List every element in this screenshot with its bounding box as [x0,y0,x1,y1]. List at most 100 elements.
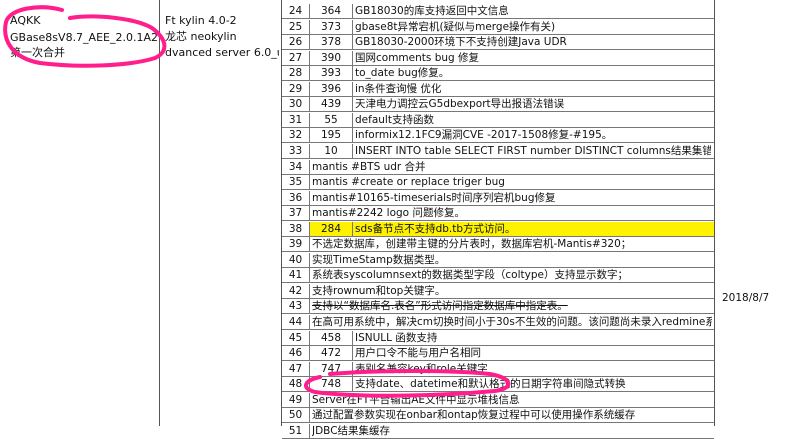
change-description: mantis #BTS udr 合并 [312,160,426,173]
change-description: sds备节点不支持db.tb方式访问。 [355,222,516,235]
cell-divider [309,175,310,191]
table-row: 38 284 sds备节点不支持db.tb方式访问。 [282,221,714,237]
issue-id: 364 [320,5,342,17]
row-number: 39 [288,238,303,251]
row-number: 49 [288,393,303,406]
change-description: 国网comments bug 修复 [355,51,480,64]
row-number: 32 [288,129,303,142]
cell-divider [352,112,353,128]
change-description: 实现TimeStamp数据类型。 [312,253,446,266]
table-row: 50 通过配置参数实现在onbar和ontap恢复过程中可以使用操作系统缓存 [282,408,714,424]
cell-divider [352,361,353,377]
cell-divider [309,268,310,284]
cell-divider [352,19,353,35]
table-row: 35 mantis #create or replace triger bug [282,175,714,191]
cell-divider [352,97,353,113]
cell-divider [352,50,353,66]
issue-id: 378 [320,36,342,49]
issue-id: 472 [320,347,342,360]
change-description: GB18030的库支持返回中文信息 [355,5,509,17]
row-number: 34 [288,160,303,173]
table-row: 36 mantis#10165-timeserials时间序列宕机bug修复 [282,190,714,206]
issue-id: 458 [320,331,342,344]
issue-id: 195 [320,129,342,142]
row-number: 46 [288,347,303,360]
row-number: 31 [288,113,303,126]
column-divider [159,0,160,426]
issue-id: 748 [320,378,342,391]
row-number: 30 [288,98,303,111]
issue-id: 439 [320,98,342,111]
row-number: 48 [288,378,303,391]
table-row: 30 439 天津电力调控云G5dbexport导出报语法错误 [282,97,714,113]
platform-advanced-server: dvanced server 6.0_u5 [165,46,279,59]
table-row: 26 378 GB18030-2000环境下不支持创建Java UDR [282,35,714,51]
table-row: 45 458 ISNULL 函数支持 [282,330,714,346]
row-number: 29 [288,82,303,95]
row-number: 27 [288,51,303,64]
cell-divider [352,35,353,51]
change-description: 支持rownum和top关键字。 [312,284,446,297]
change-description: INSERT INTO table SELECT FIRST number DI… [355,144,711,157]
cell-divider [352,81,353,97]
row-number: 36 [288,191,303,204]
table-row: 46 472 用户口令不能与用户名相同 [282,346,714,362]
change-description: GB18030-2000环境下不支持创建Java UDR [355,36,567,49]
table-row: 51 JDBC结果集缓存 [282,423,714,439]
table-row: 32 195 informix12.1FC9漏洞CVE -2017-1508修复-#… [282,128,714,144]
change-description: 系统表syscolumnsext的数据类型字段（coltype）支持显示数字； [312,269,628,282]
cell-divider [352,330,353,346]
cell-divider [352,221,353,237]
change-description: mantis #create or replace triger bug [312,176,505,189]
table-row: 29 396 in条件查询慢 优化 [282,81,714,97]
change-description: 通过配置参数实现在onbar和ontap恢复过程中可以使用操作系统缓存 [312,409,636,422]
change-description: ISNULL 函数支持 [355,331,438,344]
table-row: 43 支持以“数据库名.表名”形式访问指定数据库中指定表。 [282,299,714,315]
table-row: 37 mantis#2242 logo 问题修复。 [282,206,714,222]
row-number: 44 [288,316,303,328]
table-row: 40 实现TimeStamp数据类型。 [282,252,714,268]
table-row: 27 390 国网comments bug 修复 [282,50,714,66]
table-row: 49 Server在FT平台输出AE文件中显示堆栈信息 [282,392,714,408]
table-row: 44 在高可用系统中，解决cm切换时间小于30s不生效的问题。该问题尚未录入red… [282,315,714,330]
change-description: 支持以“数据库名.表名”形式访问指定数据库中指定表。 [312,300,568,313]
row-number: 47 [288,362,303,375]
table-row: 47 747 表别名兼容key和role关键字 [282,361,714,377]
table-row: 42 支持rownum和top关键字。 [282,283,714,299]
table-row: 48 748 支持date、datetime和默认格式的日期字符串间隐式转换 [282,377,714,393]
change-description: in条件查询慢 优化 [355,82,442,95]
cell-divider [309,206,310,222]
row-number: 38 [288,222,303,235]
issue-id: 390 [320,51,342,64]
row-number: 26 [288,36,303,49]
row-number: 24 [288,5,303,17]
row-number: 33 [288,144,303,157]
change-description: 在高可用系统中，解决cm切换时间小于30s不生效的问题。该问题尚未录入redmi… [312,316,712,328]
cell-divider [352,66,353,82]
cell-divider [352,128,353,144]
cell-divider [309,392,310,408]
table-row: 39 不选定数据库，创建带主键的分片表时，数据库宕机-Mantis#320； [282,237,714,253]
row-number: 28 [288,67,303,80]
row-number: 45 [288,331,303,344]
table-row: 41 系统表syscolumnsext的数据类型字段（coltype）支持显示数字… [282,268,714,284]
issue-id: 373 [320,20,342,33]
row-number: 42 [288,284,303,297]
row-number: 43 [288,300,303,313]
cell-divider [352,4,353,19]
cell-divider [309,252,310,268]
issue-id: 396 [320,82,342,95]
row-number: 25 [288,20,303,33]
row-number: 35 [288,176,303,189]
change-description: gbase8t异常宕机(疑似与merge操作有关) [355,20,556,33]
row-number: 40 [288,253,303,266]
version-string: GBase8sV8.7_AEE_2.0.1A2 [10,31,158,44]
issue-id: 393 [320,67,342,80]
table-row: 33 10 INSERT INTO table SELECT FIRST numbe… [282,143,714,159]
change-description: 支持date、datetime和默认格式的日期字符串间隐式转换 [355,378,626,391]
row-number: 50 [288,409,303,422]
change-description: default支持函数 [355,113,434,126]
cell-divider [309,283,310,299]
row-number: 37 [288,207,303,220]
table-row: 25 373 gbase8t异常宕机(疑似与merge操作有关) [282,19,714,35]
